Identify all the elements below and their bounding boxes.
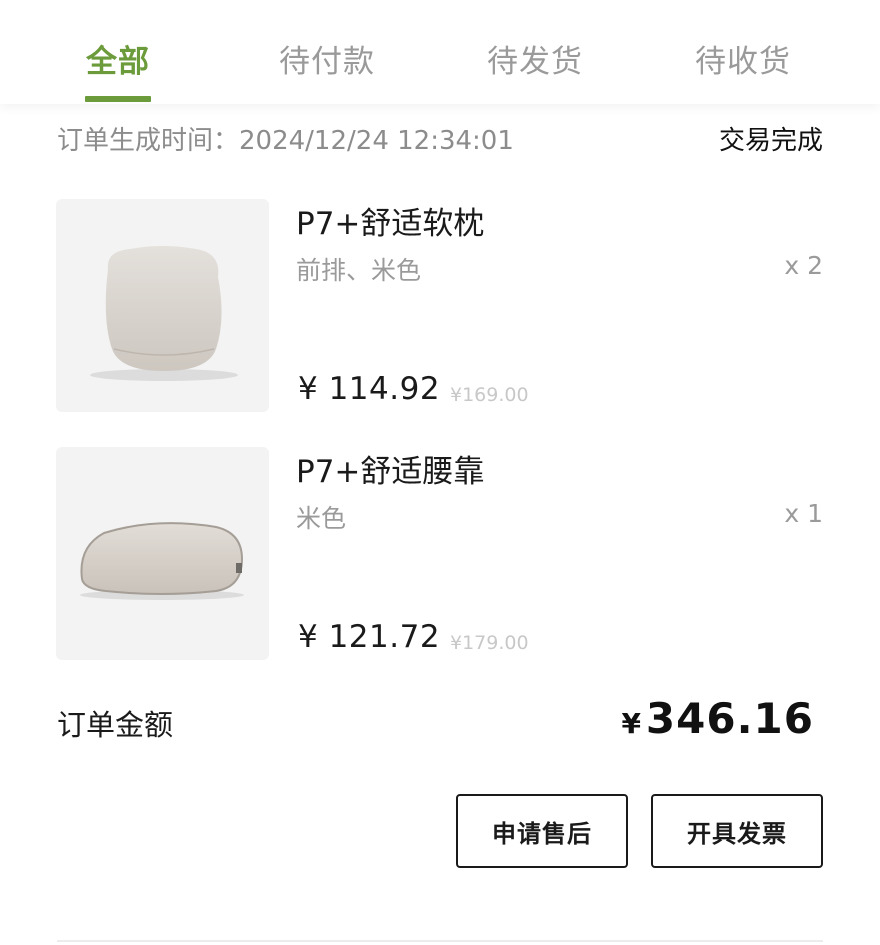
order-total-amount: ¥346.16 — [621, 694, 814, 743]
tab-pending-receipt[interactable]: 待收货 — [693, 36, 793, 80]
order-status: 交易完成 — [718, 126, 823, 156]
lumbar-pillow-image — [80, 522, 244, 600]
order-tabs: 全部 待付款 待发货 待收货 — [0, 0, 880, 104]
invoice-button[interactable]: 开具发票 — [651, 794, 823, 868]
product-original-price: ¥169.00 — [450, 384, 529, 406]
product-title[interactable]: P7+舒适软枕 — [296, 198, 484, 243]
product-price: ¥ 121.72 — [298, 619, 441, 655]
product-thumbnail[interactable] — [56, 447, 269, 660]
currency-symbol: ¥ — [621, 707, 642, 740]
order-total-label: 订单金额 — [57, 708, 174, 742]
product-quantity: x 2 — [784, 251, 823, 280]
total-amount-value: 346.16 — [645, 694, 814, 743]
product-original-price: ¥179.00 — [450, 632, 529, 654]
product-price: ¥ 114.92 — [298, 371, 441, 407]
after-sales-button[interactable]: 申请售后 — [456, 794, 628, 868]
tab-pending-payment[interactable]: 待付款 — [277, 36, 377, 80]
tab-pending-shipment[interactable]: 待发货 — [485, 36, 585, 80]
headrest-pillow-image — [90, 246, 238, 381]
product-quantity: x 1 — [784, 499, 823, 528]
product-spec: 米色 — [296, 504, 347, 533]
active-tab-indicator — [85, 96, 151, 102]
product-thumbnail[interactable] — [56, 199, 269, 412]
product-title[interactable]: P7+舒适腰靠 — [296, 446, 484, 491]
product-spec: 前排、米色 — [296, 256, 422, 285]
order-divider — [57, 940, 823, 942]
order-created-time: 订单生成时间：2024/12/24 12:34:01 — [57, 126, 514, 156]
tab-all[interactable]: 全部 — [85, 36, 151, 80]
